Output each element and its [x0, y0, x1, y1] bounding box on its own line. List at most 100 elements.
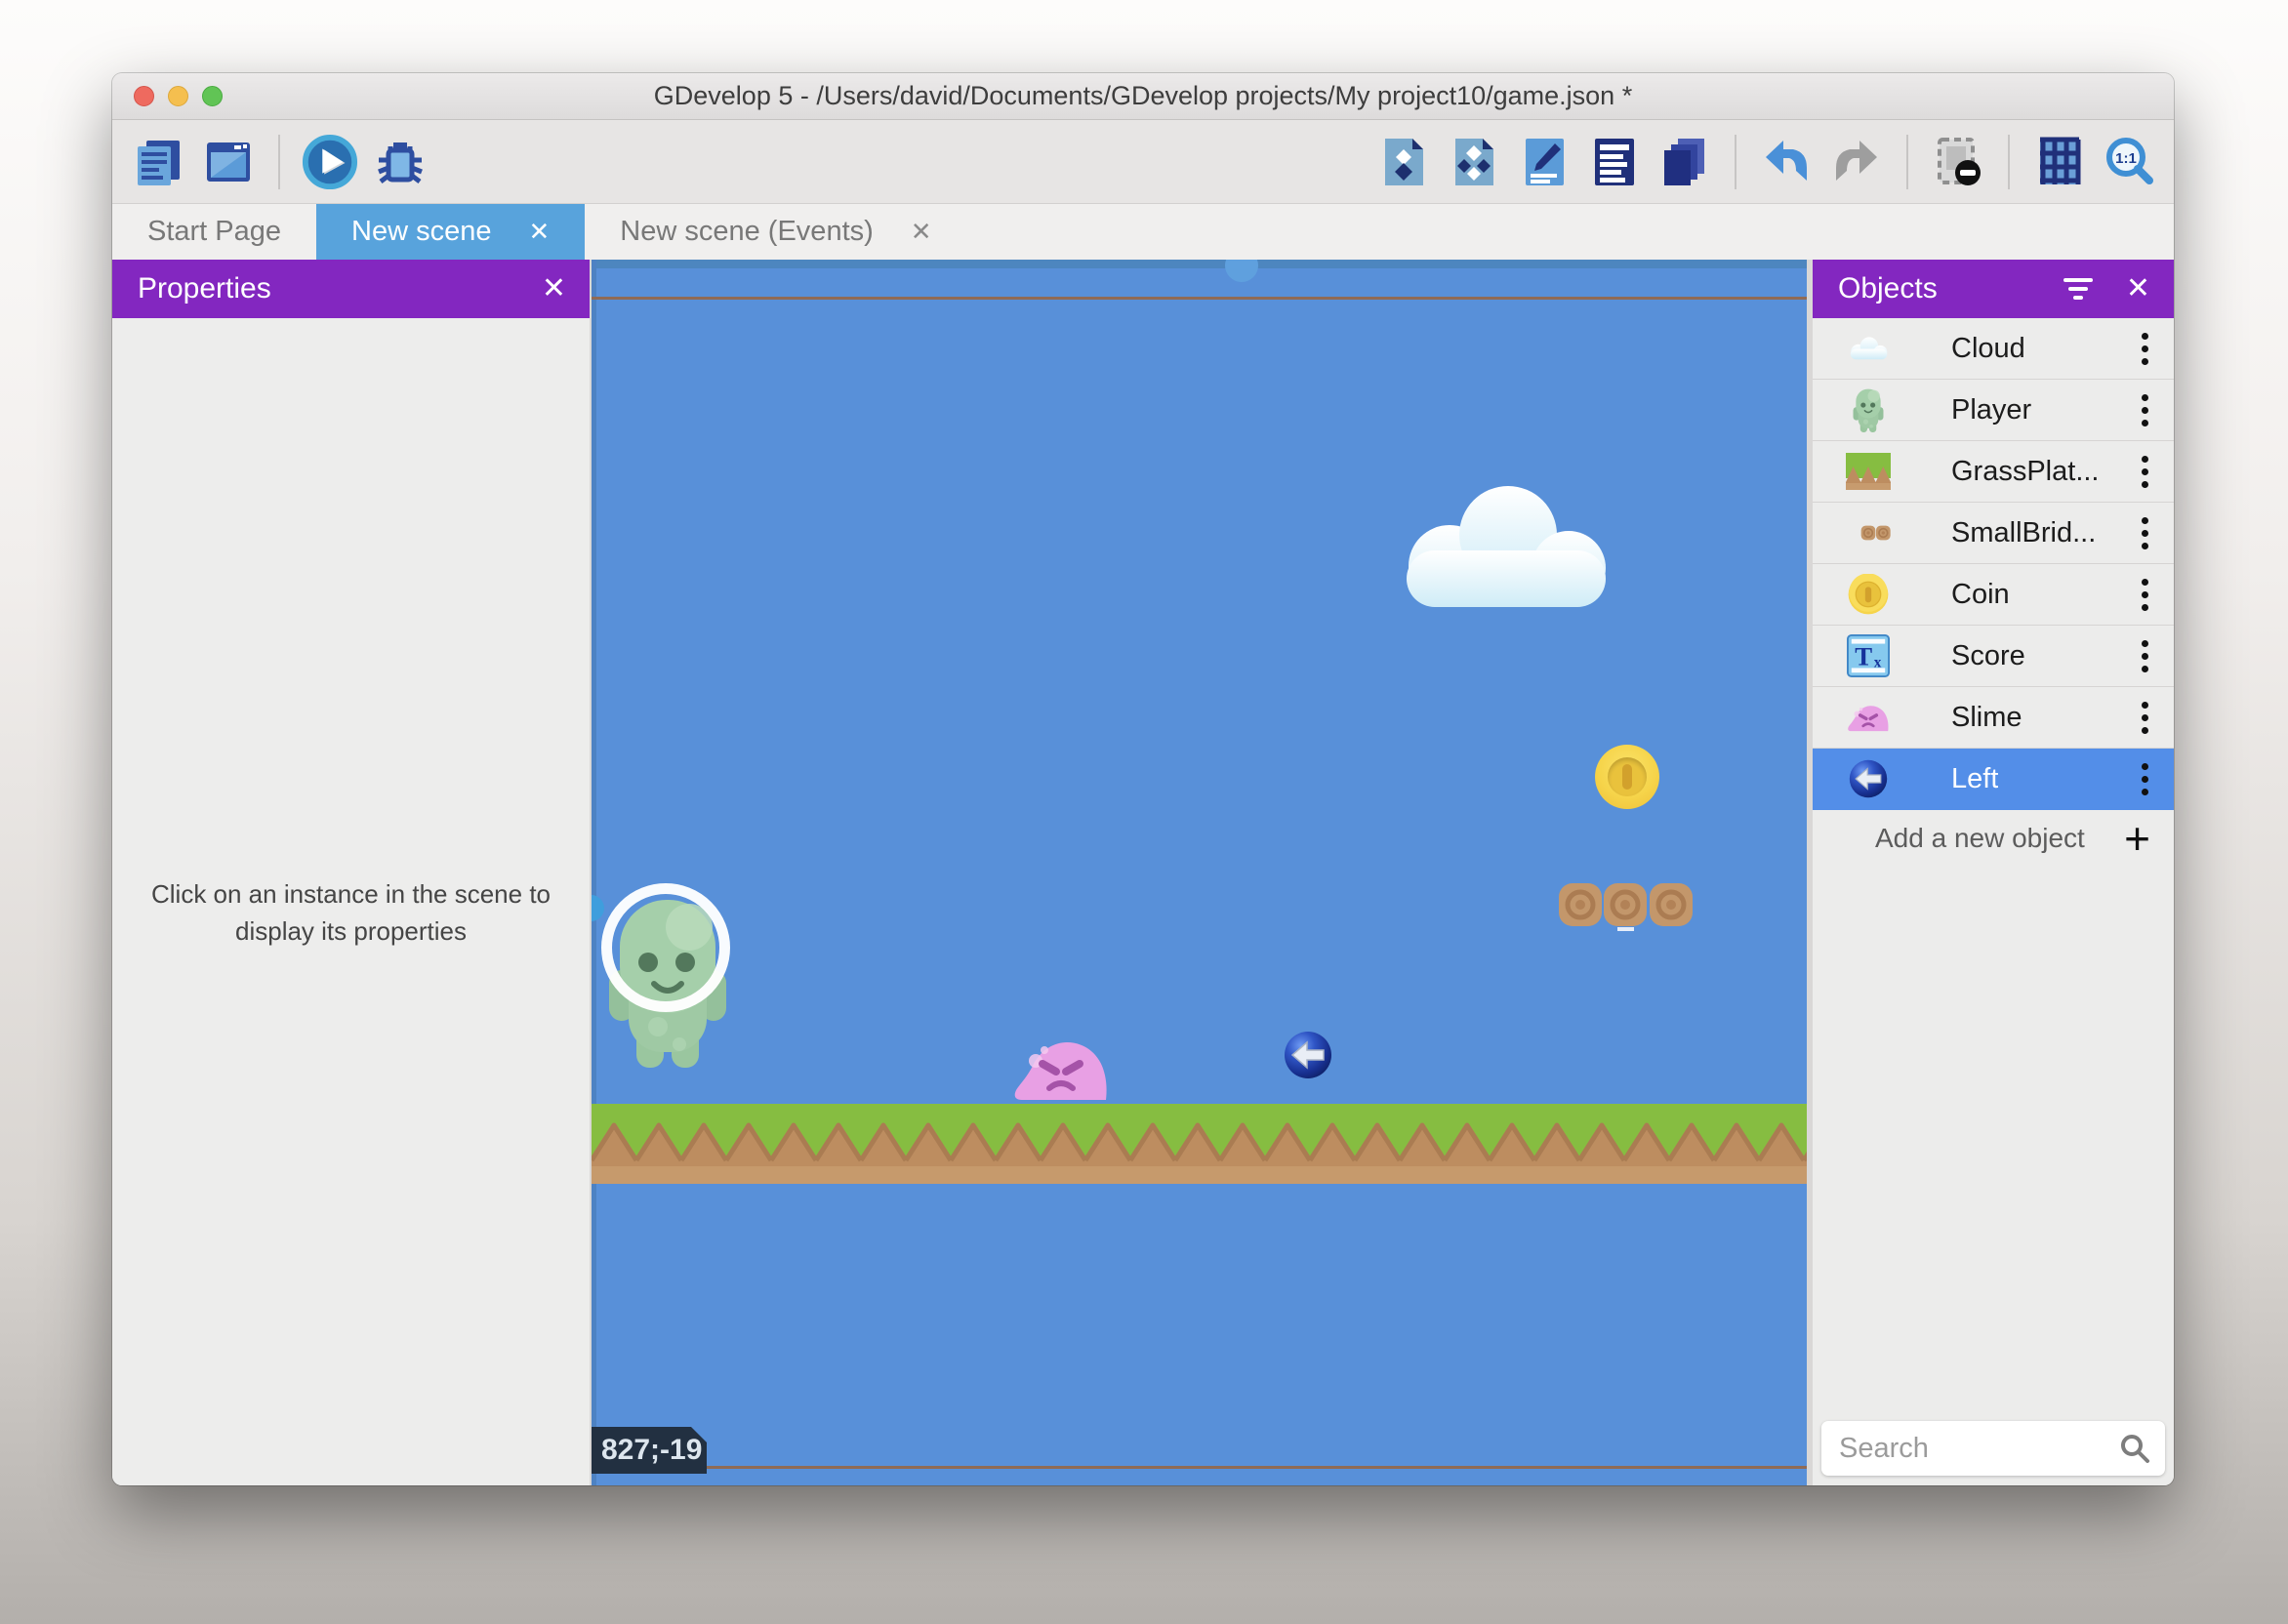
redo-icon[interactable]	[1828, 134, 1885, 190]
text-object-icon: T x	[1846, 633, 1891, 678]
player-icon	[1846, 387, 1891, 432]
traffic-lights	[134, 86, 223, 106]
left-arrow-icon	[1846, 756, 1891, 801]
selection-ring	[601, 883, 730, 1012]
title-bar: GDevelop 5 - /Users/david/Documents/GDev…	[112, 73, 2174, 120]
object-groups-icon[interactable]	[1446, 134, 1502, 190]
slime-icon	[1846, 695, 1891, 740]
main-toolbar: 1:1	[112, 120, 2174, 204]
grass-platform-icon	[1846, 449, 1891, 494]
plus-icon[interactable]: +	[2124, 816, 2150, 861]
cursor-coordinates-badge: 827;-19	[592, 1427, 707, 1474]
object-label: Score	[1951, 640, 2025, 672]
close-panel-icon[interactable]: ✕	[542, 274, 566, 304]
properties-panel: Properties ✕ Click on an instance in the…	[112, 260, 590, 1485]
bridge-log-instance[interactable]	[1558, 882, 1603, 927]
object-menu-icon[interactable]	[2142, 333, 2148, 365]
object-row-smallbridge[interactable]: SmallBrid...	[1813, 503, 2174, 564]
zoom-window-button[interactable]	[202, 86, 223, 106]
object-search-input[interactable]	[1821, 1433, 2095, 1465]
coin-slot	[1622, 764, 1632, 790]
objects-editor-icon[interactable]	[1375, 134, 1432, 190]
debug-icon[interactable]	[372, 134, 429, 190]
object-label: GrassPlat...	[1951, 456, 2100, 488]
object-row-player[interactable]: Player	[1813, 380, 2174, 441]
scene-border-line-bottom	[592, 1466, 1807, 1469]
object-menu-icon[interactable]	[2142, 394, 2148, 426]
objects-panel-spacer	[1813, 867, 2174, 1415]
coin-instance[interactable]	[1595, 745, 1659, 809]
bridge-log-instance[interactable]	[1649, 882, 1694, 927]
search-icon	[2118, 1432, 2151, 1465]
scene-canvas[interactable]: 827;-19	[592, 260, 1807, 1485]
canvas-top-strip	[592, 260, 1807, 268]
object-menu-icon[interactable]	[2142, 763, 2148, 795]
project-manager-icon[interactable]	[130, 134, 186, 190]
close-panel-icon[interactable]: ✕	[2126, 274, 2150, 304]
properties-panel-title: Properties	[138, 272, 271, 305]
grass-platform-instance[interactable]	[592, 1104, 1807, 1184]
undo-icon[interactable]	[1758, 134, 1815, 190]
object-label: Slime	[1951, 702, 2022, 734]
object-row-coin[interactable]: Coin	[1813, 564, 2174, 626]
toolbar-separator	[2008, 135, 2010, 189]
start-page-icon[interactable]	[200, 134, 257, 190]
left-button-instance[interactable]	[1284, 1031, 1332, 1079]
minimize-window-button[interactable]	[168, 86, 188, 106]
close-window-button[interactable]	[134, 86, 154, 106]
bridge-log-instance[interactable]	[1603, 882, 1648, 927]
svg-text:x: x	[1874, 654, 1882, 670]
filter-icon[interactable]	[2063, 278, 2093, 300]
coin-icon	[1846, 572, 1891, 617]
objects-panel: Objects ✕ Cloud Player GrassPlat...	[1813, 260, 2174, 1485]
object-row-slime[interactable]: Slime	[1813, 687, 2174, 749]
window-title: GDevelop 5 - /Users/david/Documents/GDev…	[112, 81, 2174, 111]
scene-top-handle[interactable]	[1225, 260, 1258, 282]
instances-list-icon[interactable]	[1586, 134, 1643, 190]
object-row-cloud[interactable]: Cloud	[1813, 318, 2174, 380]
tab-label: New scene	[351, 216, 491, 248]
selection-handle[interactable]	[592, 895, 604, 921]
properties-panel-header: Properties ✕	[112, 260, 590, 318]
tab-new-scene[interactable]: New scene ✕	[316, 204, 585, 260]
cloud-icon	[1846, 326, 1891, 371]
object-menu-icon[interactable]	[2142, 640, 2148, 672]
object-menu-icon[interactable]	[2142, 517, 2148, 549]
object-menu-icon[interactable]	[2142, 456, 2148, 488]
render-options-icon[interactable]	[1930, 134, 1986, 190]
toolbar-separator	[278, 135, 280, 189]
properties-editor-icon[interactable]	[1516, 134, 1573, 190]
cloud-instance[interactable]	[1379, 482, 1627, 613]
object-label: Cloud	[1951, 333, 2025, 365]
object-row-grassplatform[interactable]: GrassPlat...	[1813, 441, 2174, 503]
object-row-left[interactable]: Left	[1813, 749, 2174, 810]
tab-start-page[interactable]: Start Page	[112, 204, 316, 260]
properties-panel-body: Click on an instance in the scene to dis…	[112, 318, 590, 950]
layers-editor-icon[interactable]	[1656, 134, 1713, 190]
properties-empty-message: Click on an instance in the scene to dis…	[122, 876, 581, 950]
object-menu-icon[interactable]	[2142, 702, 2148, 734]
object-label: SmallBrid...	[1951, 517, 2096, 549]
grid-icon[interactable]	[2031, 134, 2088, 190]
scene-border-line-top	[592, 297, 1807, 300]
close-tab-icon[interactable]: ✕	[911, 217, 932, 247]
toolbar-separator	[1735, 135, 1736, 189]
object-label: Player	[1951, 394, 2031, 426]
preview-play-icon[interactable]	[302, 134, 358, 190]
zoom-original-icon[interactable]: 1:1	[2102, 134, 2158, 190]
svg-text:1:1: 1:1	[2115, 150, 2137, 167]
object-menu-icon[interactable]	[2142, 579, 2148, 611]
small-bridge-icon	[1846, 510, 1891, 555]
tab-label: Start Page	[147, 216, 281, 248]
object-row-score[interactable]: T x Score	[1813, 626, 2174, 687]
toolbar-left-group	[130, 134, 429, 190]
slime-instance[interactable]	[1011, 1037, 1111, 1102]
svg-text:T: T	[1855, 642, 1872, 671]
close-tab-icon[interactable]: ✕	[529, 217, 551, 247]
origin-marker	[1617, 927, 1634, 931]
tab-label: New scene (Events)	[620, 216, 874, 248]
objects-panel-title: Objects	[1838, 272, 1938, 305]
add-object-row[interactable]: Add a new object +	[1813, 810, 2174, 867]
tab-new-scene-events[interactable]: New scene (Events) ✕	[585, 204, 966, 260]
object-label: Coin	[1951, 579, 2010, 611]
